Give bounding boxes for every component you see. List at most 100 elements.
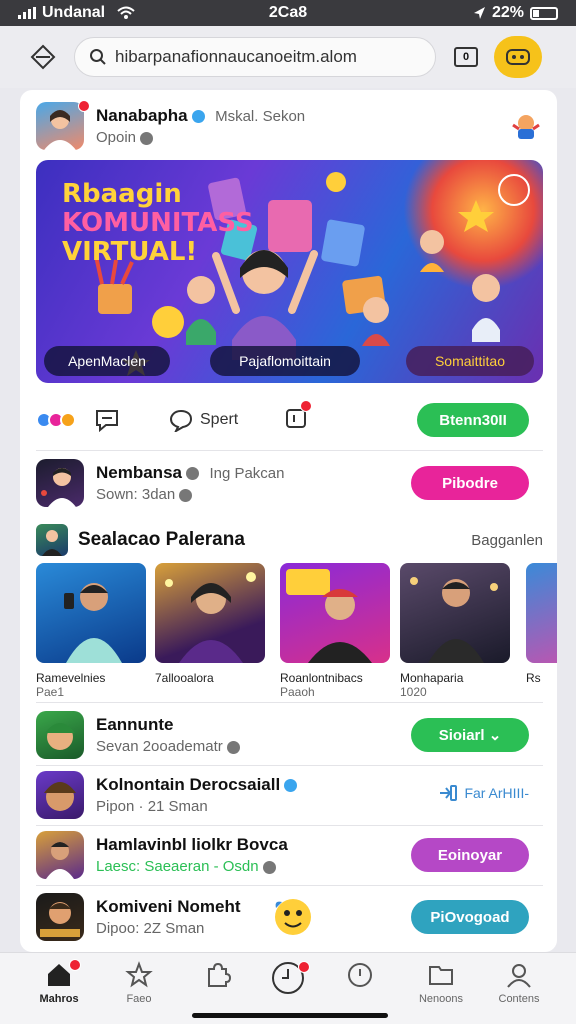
notification-badge (298, 961, 310, 973)
avatar[interactable] (36, 459, 84, 507)
row-action-button[interactable]: PiOvogoad (411, 900, 529, 934)
link-icon (440, 785, 458, 801)
share-action[interactable]: Spert (168, 408, 238, 432)
divider (36, 702, 543, 703)
feed-card: Nanabapha Mskal. Sekon Opoin Rbaagin KOM… (20, 90, 557, 952)
avatar[interactable] (36, 893, 84, 941)
banner-chip-1[interactable]: ApenMaclen (44, 346, 170, 376)
row-subtitle: Pipon · 21 Sman (96, 798, 208, 815)
row-subtitle: Dipoo: 2Z Sman (96, 920, 205, 937)
item-name: Ramevelnies (36, 671, 106, 685)
list-item[interactable]: Kolnontain Derocsaiall Pipon · 21 Sman F… (36, 770, 543, 820)
person-illustration (41, 468, 76, 507)
person-illustration (165, 572, 256, 663)
person-illustration (410, 577, 498, 663)
item-name: Rs (526, 671, 541, 685)
nav-folders[interactable]: Nenoons (401, 961, 481, 1005)
person-illustration (42, 530, 62, 556)
post-author-name[interactable]: Nembansa (96, 463, 182, 482)
row-subtitle: Laesc: Saeaeran - Osdn (96, 858, 259, 875)
wifi-icon (117, 6, 135, 19)
url-bar[interactable]: hibarpanafionnaucanoeitm.alom (74, 37, 436, 77)
diamond-icon[interactable] (30, 44, 56, 70)
list-item[interactable]: Hamlavinbl liolkr Bovca Laesc: Saeaeran … (36, 830, 543, 880)
avatar[interactable] (36, 102, 84, 150)
recommended-header: Sealacao Palerana Bagganlen (36, 522, 543, 558)
banner-chip-2[interactable]: Pajaflomoittain (210, 346, 360, 376)
recommended-item[interactable]: Rs (526, 563, 557, 685)
primary-action-button[interactable]: Btenn30II (417, 403, 529, 437)
divider (36, 885, 543, 886)
home-indicator[interactable] (192, 1013, 388, 1018)
bookmark-action[interactable] (284, 399, 313, 435)
recommended-strip: Ramevelnies Pae1 7allooalora Roanlontnib… (36, 563, 557, 703)
row-title: Eannunte (96, 715, 174, 734)
url-text: hibarpanafionnaucanoeitm.alom (115, 47, 357, 66)
feed-header: Nanabapha Mskal. Sekon Opoin (36, 100, 543, 150)
row-link-button[interactable]: Far ArHIII- (438, 784, 529, 802)
section-avatar (36, 524, 68, 556)
gamepad-icon (506, 49, 530, 65)
banner-title-line-1: Rbaagin (62, 179, 182, 209)
person-illustration (64, 583, 122, 663)
nav-home[interactable]: Mahros (19, 959, 99, 1005)
mascot-icon[interactable] (509, 111, 543, 141)
post-sub: Sown: 3dan (96, 486, 176, 503)
recommended-item[interactable]: Ramevelnies Pae1 (36, 563, 146, 699)
avatar[interactable] (36, 711, 84, 759)
folder-icon (429, 966, 453, 985)
divider (36, 825, 543, 826)
person-illustration (286, 569, 372, 663)
row-action-button[interactable]: Eoinoyar (411, 838, 529, 872)
person-illustration (44, 110, 76, 150)
row-subtitle: Sevan 2ooadematr (96, 738, 223, 755)
recommended-item[interactable]: 7allooalora (155, 563, 265, 685)
row-action-button[interactable]: Sioiarl ⌄ (411, 718, 529, 752)
nav-puzzle[interactable] (177, 961, 257, 989)
reaction-icons[interactable] (36, 412, 76, 428)
thumbnail (400, 563, 510, 663)
divider (36, 450, 543, 451)
tab-switcher-icon[interactable]: 0 (454, 47, 478, 67)
browser-toolbar: hibarpanafionnaucanoeitm.alom 0 (0, 26, 576, 88)
author-handle: Mskal. Sekon (215, 108, 306, 125)
globe-icon (262, 860, 276, 874)
extension-button[interactable] (494, 36, 542, 78)
star-icon (125, 961, 153, 988)
share-icon (169, 409, 193, 432)
post-row[interactable]: Nembansa Ing Pakcan Sown: 3dan Pibodre (36, 458, 543, 508)
list-item[interactable]: Eannunte Sevan 2ooadematr Sioiarl ⌄ (36, 710, 543, 760)
item-name: Roanlontnibacs (280, 671, 363, 685)
status-bar: Undanal 2Ca8 22% (0, 0, 576, 26)
post-author-meta: Ing Pakcan (209, 465, 285, 482)
item-meta: 1020 (400, 685, 427, 699)
nav-favorites[interactable]: Faeo (99, 961, 179, 1005)
person-illustration (46, 842, 74, 879)
recommended-item[interactable]: Monhaparia 1020 (400, 563, 510, 699)
avatar[interactable] (36, 831, 84, 879)
search-icon (90, 49, 106, 65)
author-name[interactable]: Nanabapha (96, 106, 188, 125)
nav-chat[interactable] (320, 961, 400, 989)
notification-badge (78, 100, 90, 112)
nav-label: Nenoons (418, 993, 464, 1005)
verified-icon (284, 779, 298, 793)
section-more-link[interactable]: Bagganlen (471, 532, 543, 549)
nav-profile[interactable]: Contens (479, 961, 559, 1005)
signal-icon (18, 7, 36, 19)
mascot-icon (275, 899, 311, 935)
item-name: 7allooalora (155, 671, 214, 685)
comment-icon[interactable] (94, 408, 120, 432)
nav-label: Mahros (39, 993, 79, 1005)
hero-banner[interactable]: Rbaagin KOMUNITASS VIRTUAL! ApenMaclen P… (36, 160, 543, 383)
recommended-item[interactable]: Roanlontnibacs Paaoh (280, 563, 390, 699)
banner-chip-3[interactable]: Somaittitao (406, 346, 534, 376)
avatar[interactable] (36, 771, 84, 819)
follow-button[interactable]: Pibodre (411, 466, 529, 500)
verified-icon (191, 110, 205, 124)
list-item[interactable]: Komiveni Nomeht Dipoo: 2Z Sman PiOvogoad (36, 892, 543, 942)
globe-icon (226, 740, 240, 754)
row-title: Hamlavinbl liolkr Bovca (96, 835, 288, 854)
thumbnail (155, 563, 265, 663)
nav-activity[interactable] (248, 961, 328, 995)
